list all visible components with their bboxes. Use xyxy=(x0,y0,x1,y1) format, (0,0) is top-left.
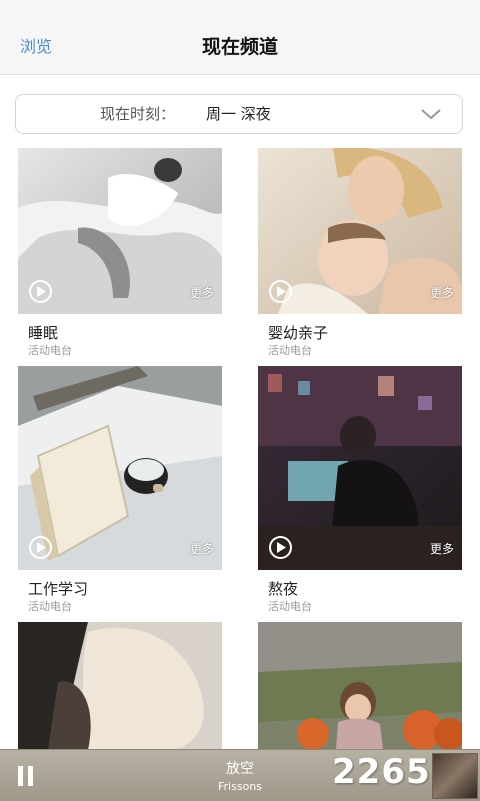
channel-image-5 xyxy=(18,622,222,750)
channel-card-5[interactable] xyxy=(18,622,222,750)
more-button[interactable]: 更多 xyxy=(190,540,214,557)
page-title: 现在频道 xyxy=(201,36,278,58)
watermark-logo: 2265 xyxy=(332,752,431,792)
play-icon xyxy=(277,542,286,553)
channel-image-latenight: 更多 xyxy=(258,366,462,570)
play-icon xyxy=(277,286,286,297)
channel-subtitle: 活动电台 xyxy=(28,600,72,613)
channel-image-baby: 更多 xyxy=(258,148,462,314)
channel-title: 婴幼亲子 xyxy=(268,324,329,342)
browse-button[interactable]: 浏览 xyxy=(20,20,52,74)
channel-subtitle: 活动电台 xyxy=(268,600,312,613)
channel-image-6 xyxy=(258,622,462,750)
channel-title: 睡眠 xyxy=(28,324,59,342)
album-art[interactable] xyxy=(432,753,478,799)
channel-title: 熬夜 xyxy=(268,580,299,598)
woman-photo xyxy=(18,622,222,750)
more-button[interactable]: 更多 xyxy=(430,284,454,301)
channel-image-study: 更多 xyxy=(18,366,222,570)
channel-card-baby[interactable]: 更多 婴幼亲子 活动电台 xyxy=(258,148,462,357)
play-button[interactable] xyxy=(29,280,52,303)
channel-card-study[interactable]: 更多 工作学习 活动电台 xyxy=(18,366,222,613)
play-button[interactable] xyxy=(29,536,52,559)
child-pumpkins-photo xyxy=(258,622,462,750)
nav-bar: 浏览 现在频道 xyxy=(0,20,480,75)
play-button[interactable] xyxy=(269,280,292,303)
channel-card-latenight[interactable]: 更多 熬夜 活动电台 xyxy=(258,366,462,613)
channel-title: 工作学习 xyxy=(28,580,89,598)
chevron-down-icon xyxy=(421,109,441,120)
status-bar xyxy=(0,0,480,20)
play-icon xyxy=(37,286,46,297)
time-selector[interactable]: 现在时刻： 周一 深夜 xyxy=(15,94,463,134)
more-button[interactable]: 更多 xyxy=(430,540,454,557)
time-selector-label: 现在时刻： xyxy=(100,105,176,123)
play-button[interactable] xyxy=(269,536,292,559)
channel-card-sleep[interactable]: 更多 睡眠 活动电台 xyxy=(18,148,222,357)
channel-subtitle: 活动电台 xyxy=(28,344,72,357)
play-icon xyxy=(37,542,46,553)
more-button[interactable]: 更多 xyxy=(190,284,214,301)
time-selector-value: 周一 深夜 xyxy=(206,105,271,123)
channel-subtitle: 活动电台 xyxy=(268,344,312,357)
channel-image-sleep: 更多 xyxy=(18,148,222,314)
channel-card-6[interactable] xyxy=(258,622,462,750)
